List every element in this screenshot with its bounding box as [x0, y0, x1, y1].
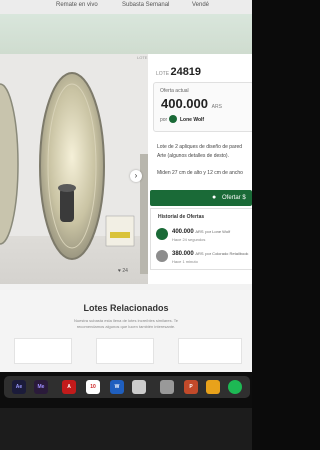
history-currency-2: ARS — [195, 251, 204, 256]
history-detail-2: por Colorado Retailbook — [205, 251, 249, 256]
related-lots-subtitle-1: Nuestra subasta esta llena de lotes incr… — [74, 318, 178, 323]
dock-label-1: Ae — [15, 384, 23, 390]
sconce-left-edge — [0, 83, 19, 245]
dock-label-6: P — [189, 384, 193, 390]
bulb-holder — [60, 188, 74, 222]
ofertar-label: Ofertar $ — [222, 195, 246, 201]
history-amount-2: 380.000 — [172, 251, 194, 257]
related-lot-card-3[interactable] — [178, 338, 242, 364]
description-line-3: Miden 27 cm de alto y 12 cm de ancho — [157, 170, 243, 176]
history-avatar-2 — [156, 250, 168, 262]
related-lot-card-2[interactable] — [96, 338, 154, 364]
nav-vende[interactable]: Vendé — [192, 2, 209, 8]
history-time-2: Hace 1 minuto — [172, 259, 198, 264]
word-icon[interactable]: W — [110, 380, 124, 394]
history-avatar-1 — [156, 228, 168, 240]
dock-label-4: 10 — [90, 384, 96, 390]
history-detail-1: por Lone Wolf — [205, 229, 231, 234]
likes-count[interactable]: ♥ 24 — [118, 268, 128, 274]
lot-gallery[interactable] — [0, 54, 150, 284]
calendar-icon[interactable]: 10 — [86, 380, 100, 394]
settings-icon[interactable] — [160, 380, 174, 394]
likes-value: 24 — [122, 268, 128, 274]
lot-label: LOTE — [156, 71, 170, 77]
lot-photo — [0, 72, 150, 274]
history-time-1: Hace 24 segundos — [172, 237, 206, 242]
bid-history-title: Historial de Ofertas — [158, 214, 205, 220]
circle-check-icon: ● — [212, 194, 217, 201]
preview-icon[interactable] — [206, 380, 220, 394]
description-line-2: Arte (algunos detalles de desto). — [157, 153, 229, 159]
next-image-button[interactable]: › — [130, 170, 142, 182]
after-effects-icon[interactable]: Ae — [12, 380, 26, 394]
nav-remate-en-vivo[interactable]: Remate en vivo — [56, 2, 98, 8]
history-amount-1: 400.000 — [172, 229, 194, 235]
dock-label-5: W — [114, 384, 120, 390]
description-line-1: Lote de 2 apliques de diseño de pared — [157, 144, 243, 150]
current-bid-label: Oferta actual — [160, 88, 189, 94]
lot-number: LOTE 24819 — [156, 66, 201, 78]
oval-sconce — [39, 72, 105, 260]
header-band — [0, 14, 252, 54]
bulb-box — [105, 215, 135, 247]
bidder-name[interactable]: Lone Wolf — [180, 117, 204, 123]
related-lots-subtitle-2: recomendamos algunos que lucen también i… — [76, 324, 176, 329]
chevron-right-icon: › — [134, 171, 138, 180]
media-encoder-icon[interactable]: Me — [34, 380, 48, 394]
history-entry-1: 400.000 ARS por Lone Wolf — [172, 229, 230, 235]
browser-screen: Remate en vivo Subasta Semanal Vendé LOT — [0, 0, 252, 372]
keyboard-area — [0, 408, 252, 450]
bidder-prefix: por — [160, 117, 168, 123]
dock-label-3: A — [67, 384, 71, 390]
lot-number-value: 24819 — [170, 66, 202, 78]
screenshot-icon[interactable] — [132, 380, 146, 394]
powerpoint-icon[interactable]: P — [184, 380, 198, 394]
acrobat-icon[interactable]: A — [62, 380, 76, 394]
current-bid-currency: ARS — [211, 104, 222, 110]
spotify-icon[interactable] — [228, 380, 242, 394]
top-nav: Remate en vivo Subasta Semanal Vendé — [0, 0, 252, 15]
nav-subasta-semanal[interactable]: Subasta Semanal — [122, 2, 169, 8]
bidder-avatar — [169, 115, 177, 123]
current-bid-value: 400.000 — [161, 96, 208, 111]
heart-icon: ♥ — [118, 268, 121, 274]
dock-label-2: Me — [37, 384, 45, 390]
history-entry-2: 380.000 ARS por Colorado Retailbook — [172, 251, 248, 257]
history-currency-1: ARS — [195, 229, 204, 234]
related-lot-card-1[interactable] — [14, 338, 72, 364]
current-bid-amount: 400.000 ARS — [161, 96, 222, 111]
related-lots-title: Lotes Relacionados — [83, 303, 169, 313]
ofertar-button[interactable]: ● Ofertar $ — [150, 190, 252, 206]
